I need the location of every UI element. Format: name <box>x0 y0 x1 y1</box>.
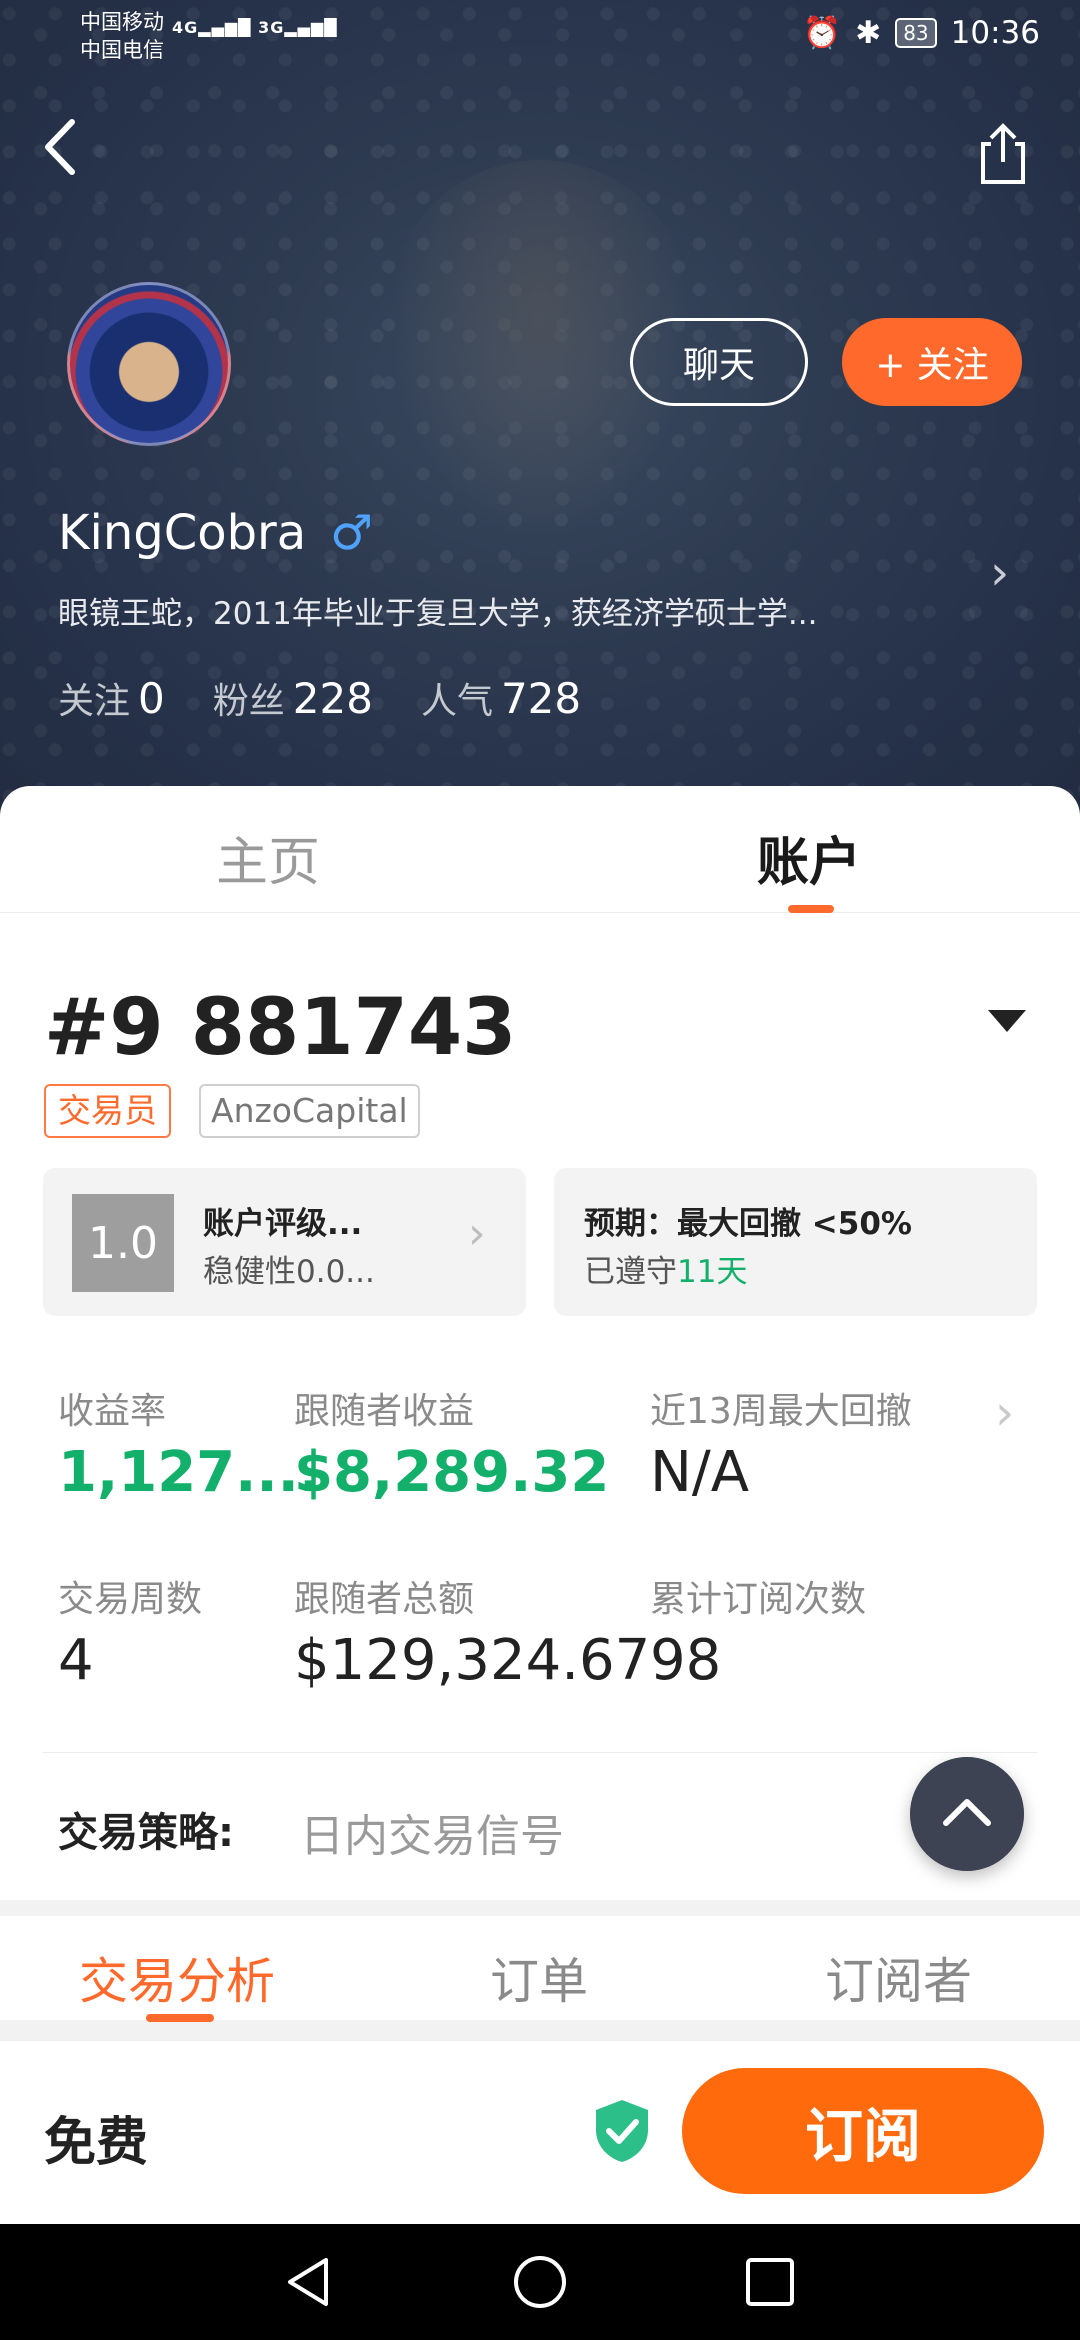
expectation-subtitle: 已遵守11天 <box>584 1254 748 1290</box>
scroll-top-icon[interactable] <box>910 1757 1024 1871</box>
metric-label-max-drawdown: 近13周最大回撤 <box>650 1391 912 1432</box>
expectation-card: 预期：最大回撤 <50% 已遵守11天 <box>554 1168 1037 1316</box>
chevron-right-icon[interactable]: › <box>995 1385 1014 1441</box>
metric-value-subscriptions: 98 <box>650 1628 722 1693</box>
divider <box>43 1752 1037 1753</box>
metric-label-follower-profit: 跟随者收益 <box>294 1391 475 1432</box>
bio-text[interactable]: 眼镜王蛇，2011年毕业于复旦大学，获经济学硕士学... <box>58 588 928 633</box>
chevron-right-icon[interactable]: › <box>990 545 1009 601</box>
nav-home-icon[interactable] <box>512 2254 568 2310</box>
follow-button[interactable]: + 关注 <box>842 318 1022 406</box>
carrier-labels: 中国移动 中国电信 <box>80 8 164 64</box>
content-sheet <box>0 786 1080 1936</box>
rating-subtitle: 稳健性0.0... <box>203 1254 375 1290</box>
alarm-icon: ⏰ <box>802 15 842 51</box>
expectation-title: 预期：最大回撤 <50% <box>584 1206 912 1242</box>
rating-title: 账户评级... <box>203 1206 363 1242</box>
broker-badge: AnzoCapital <box>199 1084 420 1138</box>
back-icon[interactable] <box>36 112 86 182</box>
shield-check-icon <box>596 2100 648 2162</box>
rating-card[interactable]: 1.0 账户评级... 稳健性0.0... › <box>43 1168 526 1316</box>
strategy-value: 日内交易信号 <box>300 1811 564 1862</box>
main-tabs <box>0 786 1080 913</box>
metric-value-max-drawdown: N/A <box>650 1440 750 1505</box>
username: KingCobra <box>58 505 307 561</box>
avatar[interactable] <box>67 282 231 446</box>
metric-label-return: 收益率 <box>58 1391 167 1432</box>
clock: 10:36 <box>950 14 1040 51</box>
subscribe-button[interactable]: 订阅 <box>682 2068 1044 2194</box>
stat-followers[interactable]: 粉丝 228 <box>213 672 373 724</box>
metric-value-follower-profit: $8,289.32 <box>294 1440 610 1505</box>
subtab-indicator <box>146 2014 214 2022</box>
metric-value-follower-total: $129,324.67 <box>294 1628 651 1693</box>
metric-value-weeks: 4 <box>58 1628 94 1693</box>
tab-home[interactable]: 主页 <box>216 820 320 895</box>
tab-indicator <box>788 905 834 913</box>
tab-account[interactable]: 账户 <box>757 820 861 895</box>
dropdown-caret-icon[interactable] <box>988 1010 1026 1032</box>
gender-male-icon: ♂ <box>330 505 374 561</box>
share-icon[interactable] <box>975 118 1031 188</box>
metric-label-subscriptions: 累计订阅次数 <box>650 1579 867 1620</box>
strategy-label: 交易策略: <box>58 1810 234 1856</box>
chat-button[interactable]: 聊天 <box>630 318 808 406</box>
tab-subscribers[interactable]: 订阅者 <box>825 1942 972 2013</box>
carrier-2: 中国电信 <box>80 38 164 62</box>
signal-icon: 4G▂▄▆█ 3G▂▄▆█ <box>172 18 338 37</box>
section-gap <box>0 1900 1080 1916</box>
status-bar: 中国移动 中国电信 4G▂▄▆█ 3G▂▄▆█ ⏰ ✱ 83 10:36 <box>0 0 1080 70</box>
chevron-right-icon: › <box>468 1208 486 1259</box>
bluetooth-icon: ✱ <box>855 14 882 51</box>
price-label: 免费 <box>44 2113 149 2173</box>
nav-back-icon[interactable] <box>282 2254 334 2310</box>
system-nav-bar <box>0 2224 1080 2340</box>
status-right: ⏰ ✱ 83 10:36 <box>802 14 1040 52</box>
profile-stats: 关注 0 粉丝 228 人气 728 <box>58 672 581 724</box>
metric-value-return: 1,127.... <box>58 1440 321 1505</box>
tab-trade-analysis[interactable]: 交易分析 <box>79 1942 275 2013</box>
stat-popularity: 人气 728 <box>420 674 582 723</box>
metric-label-follower-total: 跟随者总额 <box>294 1579 475 1620</box>
network-type-1: 4G <box>172 18 199 37</box>
rating-score: 1.0 <box>72 1194 174 1292</box>
network-type-2: 3G <box>258 18 285 37</box>
metric-label-weeks: 交易周数 <box>58 1579 203 1620</box>
stat-following[interactable]: 关注 0 <box>58 672 165 724</box>
role-badge: 交易员 <box>44 1084 171 1138</box>
account-number: #9 881743 <box>44 983 517 1073</box>
battery-icon: 83 <box>895 17 937 48</box>
nav-recent-icon[interactable] <box>744 2256 796 2308</box>
carrier-1: 中国移动 <box>80 10 164 34</box>
tab-orders[interactable]: 订单 <box>490 1942 588 2013</box>
